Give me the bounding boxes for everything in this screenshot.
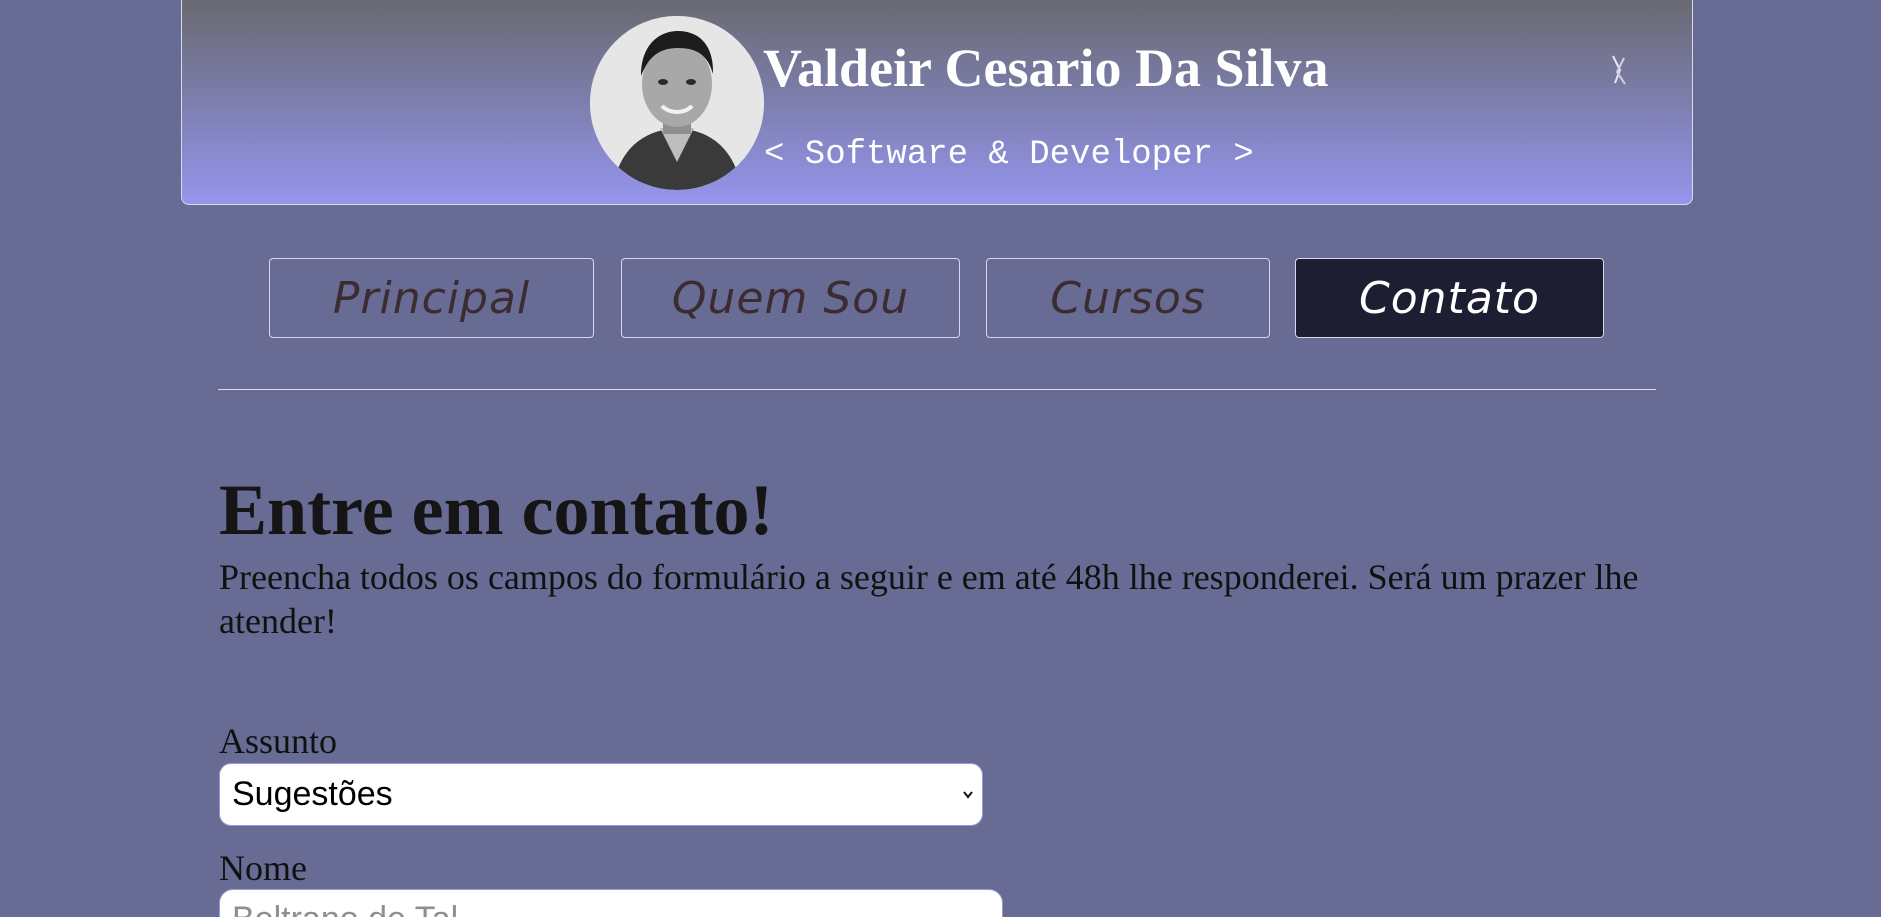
name-input[interactable] [219, 889, 1003, 917]
intro-text: Preencha todos os campos do formulário a… [219, 557, 1639, 641]
subject-select-value: Sugestões [232, 775, 393, 813]
site-title: Valdeir Cesario Da Silva [763, 38, 1329, 98]
avatar [590, 16, 764, 190]
spinner-icon [1612, 55, 1626, 85]
nav-item-quem-sou[interactable]: Quem Sou [621, 258, 960, 338]
nav-item-cursos[interactable]: Cursos [986, 258, 1270, 338]
nav-item-contato[interactable]: Contato [1295, 258, 1604, 338]
site-subtitle: < Software & Developer > [764, 136, 1254, 174]
page-title: Entre em contato! [219, 470, 774, 550]
nav-item-principal[interactable]: Principal [269, 258, 594, 338]
chevron-down-icon [963, 791, 973, 799]
subject-label: Assunto [219, 721, 338, 761]
subject-select[interactable]: Sugestões [219, 763, 983, 826]
name-label: Nome [219, 848, 307, 888]
divider [218, 389, 1656, 390]
site-header: Valdeir Cesario Da Silva < Software & De… [181, 0, 1693, 205]
profile-photo-icon [590, 16, 764, 190]
